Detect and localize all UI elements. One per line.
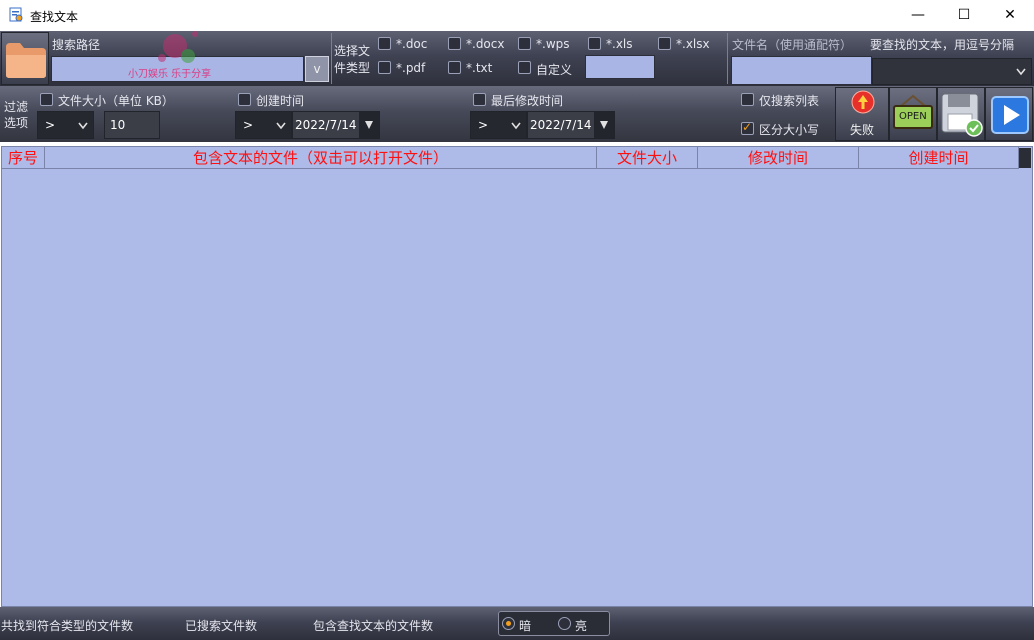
chevron-down-icon [276,122,286,130]
checkbox-wps-label: *.wps [536,37,570,51]
maximize-button[interactable]: ☐ [941,0,987,31]
filter-label-1: 过滤 [4,100,29,114]
file-types-label-1: 选择文 [334,44,371,58]
created-operator-select[interactable]: > [235,111,292,139]
play-icon [991,96,1029,134]
open-button[interactable]: OPEN [889,87,937,141]
minimize-button[interactable]: — [895,0,941,31]
search-text-label: 要查找的文本，用逗号分隔 [870,38,1015,52]
case-sensitive-label: 区分大小写 [759,123,820,137]
checkbox-pdf[interactable] [378,61,391,74]
theme-light-radio[interactable] [558,617,571,630]
checkbox-file-size[interactable] [40,93,53,106]
search-path-dropdown-glyph: v [313,62,321,76]
checkbox-xlsx[interactable] [658,37,671,50]
search-toolbar: 搜索路径 v 小刀娱乐 乐于分享 选择文 件类型 *.doc *.docx *.… [0,31,1034,86]
filter-toolbar: 过滤 选项 文件大小（单位 KB） > 10 创建时间 > 2022/7/14 … [0,86,1034,142]
checkbox-txt-label: *.txt [466,61,493,75]
modified-operator: > [478,118,489,132]
watermark-splash [158,31,198,63]
status-searched: 已搜索文件数 [185,619,258,633]
calendar-dropdown-icon[interactable] [359,112,379,138]
modified-date-picker[interactable]: 2022/7/14 [527,111,615,139]
checkbox-custom-label: 自定义 [536,63,573,77]
search-path-label: 搜索路径 [52,38,101,52]
checkbox-docx-label: *.docx [466,37,505,51]
alert-arrow-icon [851,90,875,114]
filename-label: 文件名（使用通配符） [732,38,853,52]
column-header-file[interactable]: 包含文本的文件（双击可以打开文件） [45,147,597,169]
column-header-size[interactable]: 文件大小 [597,147,698,169]
created-time-label: 创建时间 [256,94,305,108]
file-size-input[interactable]: 10 [104,111,160,139]
window-title: 查找文本 [30,10,79,24]
status-bar: 共找到符合类型的文件数 已搜索文件数 包含查找文本的文件数 暗 亮 [0,607,1034,640]
checkbox-xls-label: *.xls [606,37,633,51]
checkbox-created-time[interactable] [238,93,251,106]
folder-icon [6,43,46,78]
file-size-operator-select[interactable]: > [37,111,94,139]
table-scrollbar-thumb[interactable] [1019,148,1031,168]
divider [727,33,728,84]
start-search-button[interactable] [985,87,1033,141]
file-size-operator: > [45,118,56,132]
filter-label-2: 选项 [4,116,29,130]
theme-dark-radio[interactable] [502,617,515,630]
close-button[interactable]: ✕ [987,0,1033,31]
modified-operator-select[interactable]: > [470,111,527,139]
column-header-created[interactable]: 创建时间 [859,147,1019,169]
created-date-picker[interactable]: 2022/7/14 [292,111,380,139]
save-button[interactable] [937,87,985,141]
created-operator: > [243,118,254,132]
chevron-down-icon [78,122,88,130]
status-contains: 包含查找文本的文件数 [313,619,434,633]
chevron-down-icon [511,122,521,130]
created-date: 2022/7/14 [295,118,357,132]
checkbox-only-list[interactable] [741,93,754,106]
checkbox-xls[interactable] [588,37,601,50]
only-list-label: 仅搜索列表 [759,94,820,108]
checkbox-pdf-label: *.pdf [396,61,426,75]
checkbox-modified-time[interactable] [473,93,486,106]
file-size-label: 文件大小（单位 KB） [58,94,174,108]
checkbox-xlsx-label: *.xlsx [676,37,710,51]
file-size-value: 10 [110,118,126,132]
checkbox-doc-label: *.doc [396,37,428,51]
checkbox-docx[interactable] [448,37,461,50]
filename-input[interactable] [731,56,872,85]
app-icon [9,7,24,23]
checkbox-wps[interactable] [518,37,531,50]
theme-light-label: 亮 [575,619,588,633]
search-path-dropdown[interactable]: v [305,56,329,82]
results-table[interactable]: 序号 包含文本的文件（双击可以打开文件） 文件大小 修改时间 创建时间 [1,146,1033,607]
browse-folder-button[interactable] [1,32,49,85]
column-header-index[interactable]: 序号 [2,147,45,169]
divider [331,33,332,84]
checkbox-case-sensitive[interactable] [741,120,754,135]
file-types-label-2: 件类型 [334,61,371,75]
checkbox-doc[interactable] [378,37,391,50]
modified-time-label: 最后修改时间 [491,94,564,108]
status-matched: 共找到符合类型的文件数 [1,619,134,633]
checkbox-txt[interactable] [448,61,461,74]
open-sign-text: OPEN [899,111,927,122]
calendar-dropdown-icon[interactable] [594,112,614,138]
checkbox-custom[interactable] [518,61,531,74]
custom-type-input[interactable] [585,55,655,79]
fail-label: 失败 [850,123,875,137]
fail-button[interactable]: 失败 [835,87,889,141]
modified-date: 2022/7/14 [530,118,592,132]
chevron-down-icon [1016,68,1026,76]
column-header-modified[interactable]: 修改时间 [698,147,859,169]
theme-dark-label: 暗 [519,619,532,633]
search-text-input[interactable] [872,58,1032,85]
floppy-save-icon [941,93,983,137]
